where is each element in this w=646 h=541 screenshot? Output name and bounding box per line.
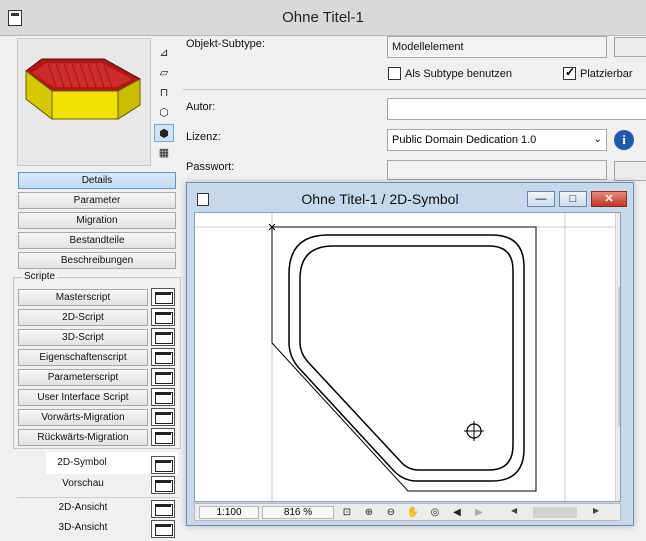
- beschreibungen-button[interactable]: Beschreibungen: [18, 252, 176, 269]
- zoom-out-icon[interactable]: ⊖: [381, 505, 401, 520]
- zoom-field[interactable]: 816 %: [262, 506, 334, 519]
- pan-hand-icon[interactable]: ✋: [403, 505, 423, 520]
- open-window-icon[interactable]: [151, 520, 175, 538]
- open-window-icon[interactable]: [151, 500, 175, 518]
- 2d-symbol-label: 2D-Symbol: [57, 457, 107, 468]
- axonometry-icon[interactable]: ⊿: [154, 44, 174, 62]
- vorwaerts-migration-button[interactable]: Vorwärts-Migration: [18, 409, 148, 426]
- migration-button[interactable]: Migration: [18, 212, 176, 229]
- open-window-icon[interactable]: [151, 428, 175, 446]
- main-title-bar: Ohne Titel-1: [0, 0, 646, 36]
- film-icon[interactable]: ▦: [154, 144, 174, 162]
- als-subtype-checkbox[interactable]: Als Subtype benutzen: [388, 67, 512, 80]
- object-preview: [17, 38, 151, 166]
- masterscript-button[interactable]: Masterscript: [18, 289, 148, 306]
- divider: [183, 89, 646, 90]
- passwort-field[interactable]: [387, 160, 607, 180]
- zoom-next-icon: ▶: [475, 507, 483, 518]
- 2d-symbol-window-titlebar[interactable]: Ohne Titel-1 / 2D-Symbol — □ ✕: [187, 183, 633, 213]
- 3d-box-icon[interactable]: ⬡: [154, 104, 174, 122]
- scroll-left-icon[interactable]: ◀: [511, 506, 517, 515]
- 2d-symbol-canvas[interactable]: ▲ ▼: [194, 212, 621, 502]
- 2d-script-button[interactable]: 2D-Script: [18, 309, 148, 326]
- chevron-down-icon: ⌄: [593, 134, 602, 145]
- maximize-button[interactable]: □: [559, 191, 587, 207]
- horizontal-scroll-thumb[interactable]: [533, 507, 577, 518]
- zoom-previous-icon[interactable]: ◀: [447, 505, 467, 520]
- open-window-icon[interactable]: [151, 388, 175, 406]
- close-button[interactable]: ✕: [591, 191, 627, 207]
- info-icon[interactable]: i: [614, 130, 634, 150]
- open-window-icon[interactable]: [151, 288, 175, 306]
- open-window-icon[interactable]: [151, 308, 175, 326]
- minimize-button[interactable]: —: [527, 191, 555, 207]
- open-window-icon[interactable]: [151, 368, 175, 386]
- subtype-browse-button[interactable]: [614, 37, 646, 57]
- bestandteile-button[interactable]: Bestandteile: [18, 232, 176, 249]
- parameterscript-button[interactable]: Parameterscript: [18, 369, 148, 386]
- lizenz-label: Lizenz:: [186, 131, 221, 143]
- 2d-symbol-window: Ohne Titel-1 / 2D-Symbol — □ ✕ 1:100 816…: [186, 182, 634, 526]
- rueckwaerts-migration-button[interactable]: Rückwärts-Migration: [18, 429, 148, 446]
- close-icon: ✕: [604, 193, 614, 205]
- open-window-icon[interactable]: [151, 328, 175, 346]
- details-button[interactable]: Details: [18, 172, 176, 189]
- elevation-icon[interactable]: ⊓: [154, 84, 174, 102]
- 3d-ansicht-item[interactable]: 3D-Ansicht: [18, 517, 148, 539]
- gsm-document-icon: [197, 193, 209, 206]
- eigenschaftenscript-button[interactable]: Eigenschaftenscript: [18, 349, 148, 366]
- 3d-box-shaded-icon[interactable]: ⬢: [154, 124, 174, 142]
- 2d-symbol-drawing: [195, 213, 615, 501]
- scroll-right-icon[interactable]: ▶: [593, 506, 599, 515]
- scroll-thumb[interactable]: [618, 287, 620, 427]
- zoom-fit-icon[interactable]: ⊡: [337, 505, 357, 520]
- minimize-icon: —: [535, 193, 547, 205]
- passwort-button[interactable]: [614, 161, 646, 181]
- window-title: Ohne Titel-1: [282, 9, 364, 26]
- passwort-label: Passwort:: [186, 161, 235, 173]
- top-view-icon[interactable]: ▱: [154, 64, 174, 82]
- scroll-up-icon[interactable]: ▲: [619, 217, 620, 224]
- 2d-ansicht-item[interactable]: 2D-Ansicht: [18, 497, 148, 519]
- lizenz-select[interactable]: Public Domain Dedication 1.0 ⌄: [387, 129, 607, 151]
- open-window-icon[interactable]: [151, 408, 175, 426]
- subtype-label: Objekt-Subtype:: [186, 38, 265, 50]
- checkbox-box[interactable]: [388, 67, 401, 80]
- user-interface-script-button[interactable]: User Interface Script: [18, 389, 148, 406]
- zoom-region-icon[interactable]: ◎: [425, 505, 445, 520]
- open-window-icon[interactable]: [151, 476, 175, 494]
- parameter-button[interactable]: Parameter: [18, 192, 176, 209]
- zoom-in-icon[interactable]: ⊕: [359, 505, 379, 520]
- checkbox-box-checked[interactable]: [563, 65, 576, 80]
- vorschau-item[interactable]: Vorschau: [18, 473, 148, 495]
- als-subtype-label: Als Subtype benutzen: [405, 67, 513, 80]
- 2d-symbol-window-title: Ohne Titel-1 / 2D-Symbol: [301, 191, 459, 207]
- open-window-icon[interactable]: [151, 456, 175, 474]
- 2d-symbol-statusbar: 1:100 816 % ⊡ ⊕ ⊖ ✋ ◎ ◀ ▶ ◀ ▶: [194, 503, 621, 521]
- vertical-scrollbar[interactable]: ▲ ▼: [615, 213, 620, 501]
- lizenz-value: Public Domain Dedication 1.0: [392, 134, 537, 146]
- preview-view-toolbar: ⊿ ▱ ⊓ ⬡ ⬢ ▦: [154, 44, 176, 164]
- bathtub-preview-image: [25, 58, 142, 121]
- maximize-icon: □: [569, 193, 577, 205]
- autor-field[interactable]: [387, 98, 646, 120]
- hotspot-crosshair-icon[interactable]: [464, 421, 484, 441]
- scripts-group-label: Scripte: [22, 271, 58, 282]
- open-window-icon[interactable]: [151, 348, 175, 366]
- autor-label: Autor:: [186, 101, 216, 113]
- scale-field[interactable]: 1:100: [199, 506, 259, 519]
- subtype-field[interactable]: Modellelement: [387, 36, 607, 58]
- scroll-down-icon[interactable]: ▼: [619, 490, 620, 497]
- platzierbar-checkbox[interactable]: Platzierbar: [563, 65, 633, 80]
- 3d-script-button[interactable]: 3D-Script: [18, 329, 148, 346]
- platzierbar-label: Platzierbar: [580, 67, 633, 80]
